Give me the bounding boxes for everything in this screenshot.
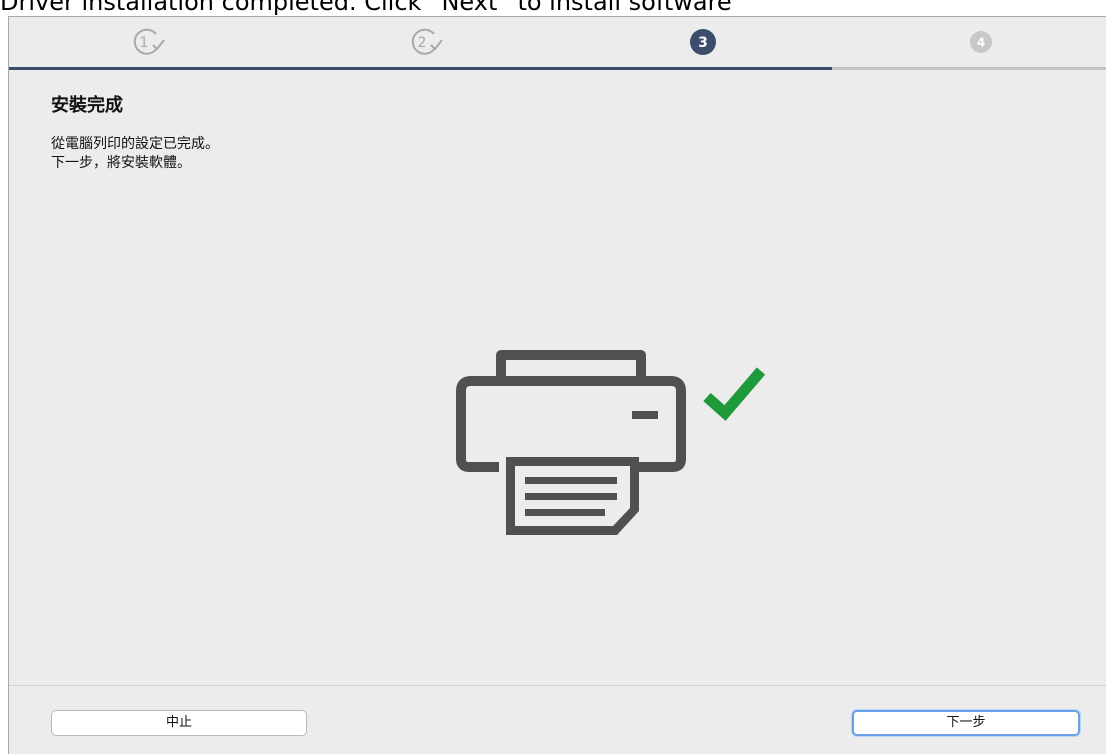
step-pending-icon: 4 <box>970 31 992 53</box>
step-1-number: 1 <box>140 35 149 51</box>
progress-bar <box>9 67 1106 70</box>
step-done-icon: 1 <box>133 28 165 55</box>
printer-illustration <box>449 345 779 535</box>
next-button[interactable]: 下一步 <box>852 710 1080 736</box>
progress-bar-fill <box>9 67 832 70</box>
step-2: 2 <box>408 26 444 58</box>
step-4-number: 4 <box>977 36 985 50</box>
description-line-2: 下一步，將安裝軟體。 <box>51 155 191 171</box>
caption-text: Driver installation completed. Click “Ne… <box>0 0 732 16</box>
page-title: 安裝完成 <box>51 95 123 116</box>
step-done-icon: 2 <box>411 28 443 55</box>
step-4: 4 <box>963 26 999 58</box>
step-1: 1 <box>130 26 166 58</box>
step-indicator: 1 2 3 4 <box>9 17 1106 67</box>
step-current-icon: 3 <box>690 29 716 55</box>
checkmark-icon <box>703 367 766 421</box>
footer-divider <box>9 685 1106 686</box>
step-3: 3 <box>685 26 721 58</box>
installer-window: 1 2 3 4 安裝完成 從電腦列印的設定已完成。 下一步，將安裝軟體。 中止 … <box>8 16 1106 754</box>
cancel-button[interactable]: 中止 <box>51 710 307 736</box>
step-3-number: 3 <box>698 35 708 51</box>
step-2-number: 2 <box>418 35 427 51</box>
description-line-1: 從電腦列印的設定已完成。 <box>51 136 219 152</box>
description: 從電腦列印的設定已完成。 下一步，將安裝軟體。 <box>51 135 219 173</box>
